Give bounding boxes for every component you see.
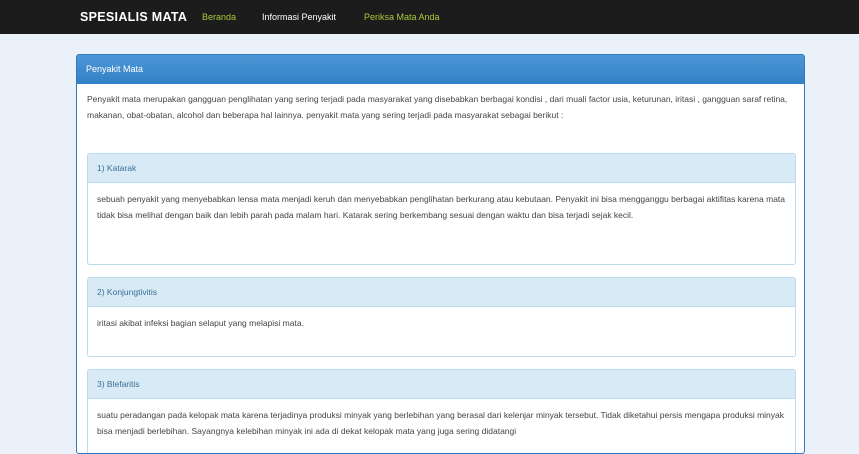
disease-card-konjungtivitis: 2) Konjungtivitis iritasi akibat infeksi… — [87, 277, 796, 357]
nav-link-periksa-mata[interactable]: Periksa Mata Anda — [364, 0, 440, 34]
disease-description: sebuah penyakit yang menyebabkan lensa m… — [97, 194, 786, 220]
top-navbar: SPESIALIS MATA Beranda Informasi Penyaki… — [0, 0, 859, 34]
disease-card-blefaritis: 3) Blefaritis suatu peradangan pada kelo… — [87, 369, 796, 453]
nav-link-beranda[interactable]: Beranda — [202, 0, 236, 34]
disease-description: iritasi akibat infeksi bagian selaput ya… — [97, 318, 304, 328]
disease-title: 3) Blefaritis — [88, 370, 795, 399]
panel-title: Penyakit Mata — [77, 55, 804, 84]
disease-title: 2) Konjungtivitis — [88, 278, 795, 307]
disease-title: 1) Katarak — [88, 154, 795, 183]
penyakit-mata-panel: Penyakit Mata Penyakit mata merupakan ga… — [76, 54, 805, 454]
nav-link-informasi-penyakit[interactable]: Informasi Penyakit — [262, 0, 336, 34]
brand-logo[interactable]: SPESIALIS MATA — [80, 0, 187, 34]
disease-description: suatu peradangan pada kelopak mata karen… — [97, 410, 785, 436]
panel-intro-text: Penyakit mata merupakan gangguan penglih… — [87, 94, 788, 120]
disease-card-katarak: 1) Katarak sebuah penyakit yang menyebab… — [87, 153, 796, 265]
